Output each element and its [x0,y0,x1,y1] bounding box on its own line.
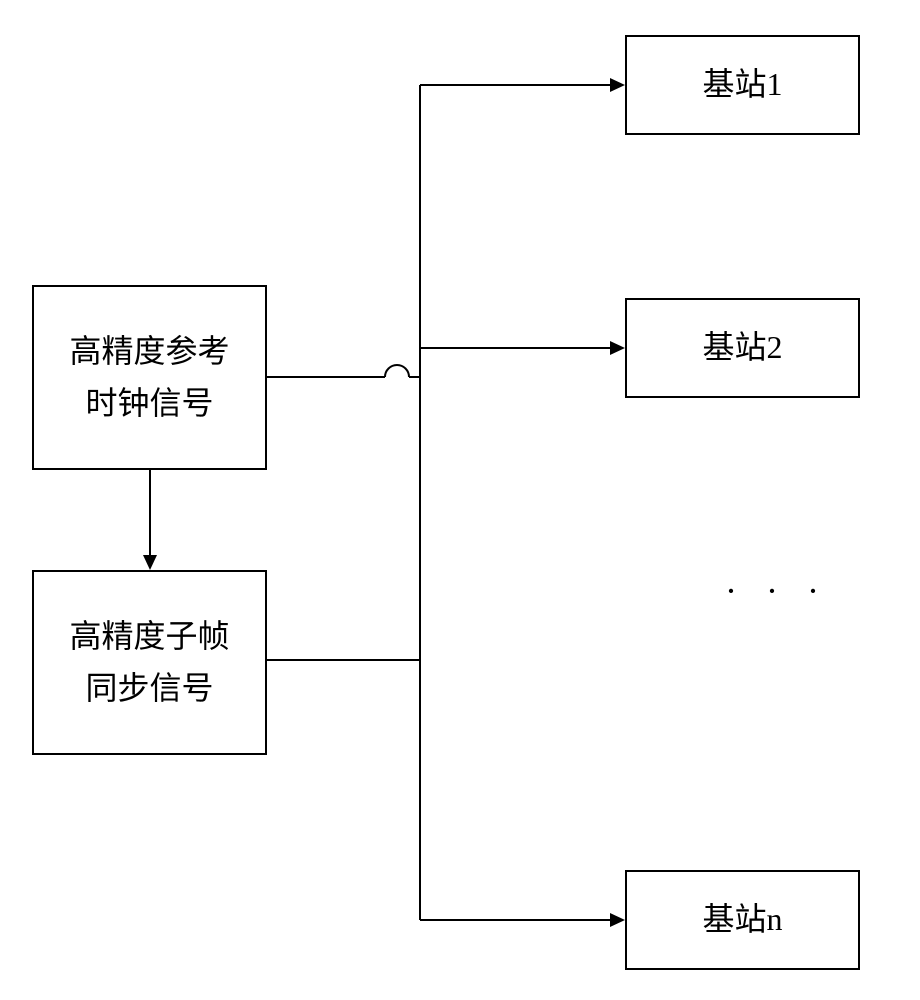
sync-label-line1: 高精度子帧 [69,611,229,662]
station-1-label: 基站1 [702,59,782,110]
clock-signal-box: 高精度参考 时钟信号 [32,285,267,470]
clock-label-line2: 时钟信号 [85,378,213,429]
ellipsis: · · · [725,570,829,612]
clock-label-line1: 高精度参考 [69,326,229,377]
station-1-box: 基站1 [625,35,860,135]
station-n-label: 基站n [702,894,782,945]
sync-label-line2: 同步信号 [85,663,213,714]
station-2-box: 基站2 [625,298,860,398]
station-2-label: 基站2 [702,322,782,373]
station-n-box: 基站n [625,870,860,970]
connector-lines [0,0,920,1000]
sync-signal-box: 高精度子帧 同步信号 [32,570,267,755]
